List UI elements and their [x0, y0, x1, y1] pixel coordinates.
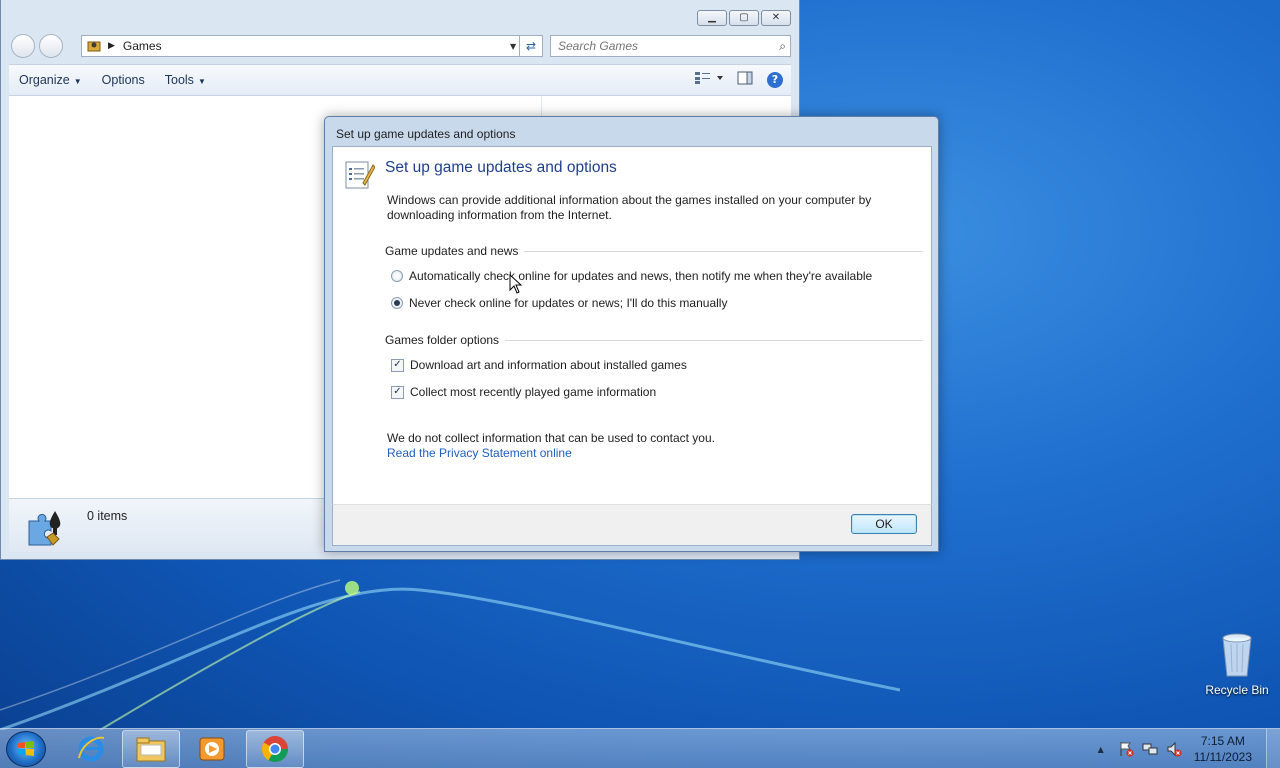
clock-time: 7:15 AM [1200, 734, 1245, 748]
recycle-bin[interactable]: Recycle Bin [1204, 630, 1270, 697]
show-hidden-icons-icon[interactable]: ▲ [1098, 745, 1104, 754]
breadcrumb-arrow-icon[interactable]: ▶ [108, 41, 115, 51]
desktop-wallpaper-swoosh [0, 579, 900, 730]
navigation-row: ▶ Games ▼ ⇄ ⌕ [9, 34, 791, 58]
checkbox-download-art-label: Download art and information about insta… [410, 358, 687, 372]
clock-date: 11/11/2023 [1193, 750, 1252, 764]
search-box[interactable]: ⌕ [550, 35, 791, 57]
radio-auto-indicator[interactable] [391, 270, 403, 282]
group-updates-title: Game updates and news [385, 244, 519, 258]
group-folder-title: Games folder options [385, 333, 500, 347]
dialog-intro: Windows can provide additional informati… [387, 193, 872, 222]
privacy-section: We do not collect information that can b… [387, 431, 715, 461]
group-updates-header: Game updates and news [385, 244, 923, 258]
organize-menu[interactable]: Organize ▼ [9, 73, 92, 87]
recycle-bin-label: Recycle Bin [1205, 683, 1269, 697]
command-bar: Organize ▼ Options Tools ▼ ? [9, 64, 791, 96]
checkbox-download-art-box[interactable]: ✓ [391, 358, 404, 372]
options-button[interactable]: Options [92, 73, 155, 87]
checklist-icon [343, 159, 376, 191]
windows-logo-icon [18, 741, 34, 756]
radio-never-check[interactable]: Never check online for updates or news; … [391, 296, 727, 310]
checkbox-recent-games-box[interactable]: ✓ [391, 385, 404, 399]
tools-menu[interactable]: Tools ▼ [155, 73, 216, 87]
start-button[interactable] [6, 731, 46, 767]
chrome-icon[interactable] [246, 730, 304, 768]
toolbar-right-icons: ? [695, 71, 783, 88]
address-bar[interactable]: ▶ Games ▼ [81, 35, 525, 57]
group-divider [524, 250, 923, 252]
change-view-icon[interactable] [695, 72, 723, 87]
checkbox-recent-games-label: Collect most recently played game inform… [410, 385, 657, 399]
options-label: Options [101, 73, 145, 87]
internet-explorer-icon[interactable] [62, 730, 120, 768]
address-text: Games [122, 39, 162, 53]
game-options-dialog: Set up game updates and options Set up g… [324, 116, 939, 552]
radio-auto-check[interactable]: Automatically check online for updates a… [391, 269, 872, 283]
minimize-button[interactable]: ▁ [697, 10, 727, 26]
help-icon[interactable]: ? [767, 71, 783, 88]
back-button[interactable] [11, 34, 35, 58]
refresh-button[interactable]: ⇄ [519, 35, 543, 57]
window-caption-buttons: ▁ ▢ ✕ [697, 10, 791, 26]
network-icon[interactable] [1142, 741, 1158, 757]
chevron-down-icon: ▼ [73, 77, 82, 86]
dialog-heading: Set up game updates and options [385, 159, 617, 176]
chevron-down-icon: ▼ [197, 77, 206, 86]
taskbar-clock[interactable]: 7:15 AM 11/11/2023 [1194, 733, 1252, 765]
action-center-flag-icon[interactable] [1118, 741, 1134, 757]
search-input[interactable] [558, 39, 780, 53]
close-button[interactable]: ✕ [761, 10, 791, 26]
radio-never-indicator[interactable] [391, 297, 403, 309]
checkbox-download-art[interactable]: ✓ Download art and information about ins… [391, 358, 687, 372]
media-player-icon[interactable] [183, 730, 241, 768]
windows-explorer-icon[interactable] [122, 730, 180, 768]
item-count: 0 items [87, 509, 128, 523]
volume-muted-icon[interactable] [1166, 741, 1182, 757]
taskbar: ▲ 7:15 AM 11/11/2023 [0, 728, 1280, 768]
forward-button[interactable] [39, 34, 63, 58]
games-folder-icon [86, 39, 102, 53]
privacy-link[interactable]: Read the Privacy Statement online [387, 446, 715, 461]
show-desktop-button[interactable] [1266, 729, 1280, 768]
group-folder-header: Games folder options [385, 333, 923, 347]
dialog-body: Set up game updates and options Windows … [332, 146, 932, 504]
group-divider [505, 339, 923, 341]
privacy-text: We do not collect information that can b… [387, 431, 715, 445]
search-icon[interactable]: ⌕ [779, 39, 786, 54]
dialog-title: Set up game updates and options [336, 127, 516, 141]
games-puzzle-icon [25, 507, 69, 547]
radio-auto-label: Automatically check online for updates a… [409, 269, 873, 283]
tools-label: Tools [164, 73, 194, 87]
organize-label: Organize [19, 73, 70, 87]
radio-never-label: Never check online for updates or news; … [409, 296, 728, 310]
preview-pane-icon[interactable] [737, 71, 753, 88]
checkbox-recent-games[interactable]: ✓ Collect most recently played game info… [391, 385, 656, 399]
ok-button[interactable]: OK [851, 514, 917, 534]
recycle-bin-icon [1222, 633, 1252, 677]
dialog-footer: OK [332, 504, 932, 546]
maximize-button[interactable]: ▢ [729, 10, 759, 26]
mouse-cursor-icon [509, 274, 523, 294]
system-tray: ▲ 7:15 AM 11/11/2023 [1098, 729, 1280, 768]
